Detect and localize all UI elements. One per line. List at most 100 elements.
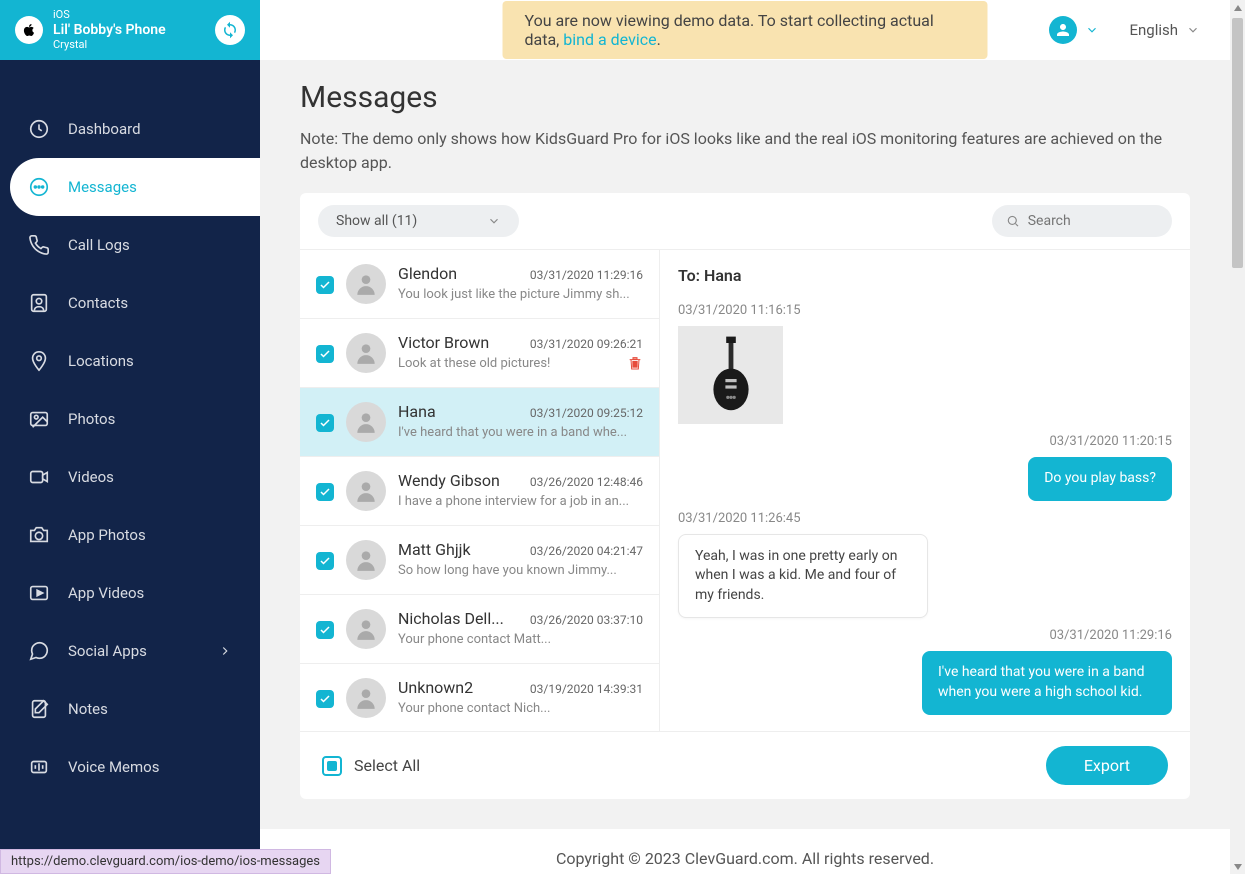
message-bubble: Yeah, I was in one pretty early on when …: [678, 534, 928, 619]
message-image[interactable]: [678, 326, 783, 424]
conversation-time: 03/31/2020 09:25:12: [530, 406, 643, 420]
checkbox-icon[interactable]: [316, 621, 334, 639]
apple-icon: [15, 16, 43, 44]
notes-icon: [28, 698, 50, 720]
main: You are now viewing demo data. To start …: [260, 0, 1230, 874]
sync-button[interactable]: [215, 15, 245, 45]
conversation-item[interactable]: Nicholas Dell...03/26/2020 03:37:10Your …: [300, 595, 659, 664]
footer-copyright: Copyright © 2023 ClevGuard.com. All righ…: [260, 829, 1230, 874]
page-title: Messages: [300, 80, 1190, 115]
filter-dropdown[interactable]: Show all (11): [318, 205, 519, 237]
sidebar-item-notes[interactable]: Notes: [0, 680, 260, 738]
location-icon: [28, 350, 50, 372]
user-menu[interactable]: [1049, 16, 1099, 44]
device-header: iOS Lil' Bobby's Phone Crystal: [0, 0, 260, 60]
dashboard-icon: [28, 118, 50, 140]
scrollbar-thumb[interactable]: [1232, 18, 1243, 268]
export-button[interactable]: Export: [1046, 746, 1168, 785]
device-name: Lil' Bobby's Phone: [53, 22, 205, 39]
contacts-icon: [28, 292, 50, 314]
conversation-time: 03/26/2020 03:37:10: [530, 613, 643, 627]
topbar: You are now viewing demo data. To start …: [260, 0, 1230, 60]
sidebar-item-label: Messages: [68, 178, 137, 196]
avatar-icon: [346, 609, 386, 649]
sidebar-item-contacts[interactable]: Contacts: [0, 274, 260, 332]
sidebar-item-label: Dashboard: [68, 120, 141, 138]
checkbox-icon[interactable]: [316, 552, 334, 570]
checkbox-icon[interactable]: [316, 276, 334, 294]
chevron-down-icon: [1085, 23, 1099, 37]
conversation-name: Unknown2: [398, 678, 473, 697]
conversation-time: 03/26/2020 04:21:47: [530, 544, 643, 558]
conversation-preview: Your phone contact Matt...: [398, 632, 643, 647]
message-time: 03/31/2020 11:16:15: [678, 303, 1172, 318]
conversation-name: Matt Ghjjk: [398, 540, 471, 559]
scrollbar[interactable]: [1230, 0, 1245, 874]
message-block: 03/31/2020 11:29:16I've heard that you w…: [678, 628, 1172, 714]
camera-icon: [28, 524, 50, 546]
conversation-item[interactable]: Matt Ghjjk03/26/2020 04:21:47So how long…: [300, 526, 659, 595]
conversation-item[interactable]: Hana03/31/2020 09:25:12I've heard that y…: [300, 388, 659, 457]
sidebar-item-messages[interactable]: Messages: [10, 158, 260, 216]
checkbox-icon[interactable]: [316, 414, 334, 432]
conversation-item[interactable]: Glendon03/31/2020 11:29:16You look just …: [300, 250, 659, 319]
checkbox-icon[interactable]: [316, 690, 334, 708]
checkbox-icon[interactable]: [316, 483, 334, 501]
trash-icon[interactable]: [627, 355, 643, 375]
bind-device-link[interactable]: bind a device: [563, 30, 656, 49]
page-note: Note: The demo only shows how KidsGuard …: [300, 127, 1190, 175]
sidebar-item-label: Photos: [68, 410, 115, 428]
checkbox-icon[interactable]: [316, 345, 334, 363]
sidebar-item-call-logs[interactable]: Call Logs: [0, 216, 260, 274]
sidebar-item-locations[interactable]: Locations: [0, 332, 260, 390]
message-bubble: Do you play bass?: [1028, 457, 1172, 501]
sidebar-item-label: Locations: [68, 352, 134, 370]
sidebar-item-label: App Photos: [68, 526, 146, 544]
select-all-toggle[interactable]: Select All: [322, 756, 420, 776]
chevron-down-icon: [487, 214, 501, 228]
conversation-list[interactable]: Glendon03/31/2020 11:29:16You look just …: [300, 250, 660, 731]
sidebar-item-voice-memos[interactable]: Voice Memos: [0, 738, 260, 796]
sidebar-item-label: Social Apps: [68, 642, 147, 660]
conversation-item[interactable]: Unknown203/19/2020 14:39:31Your phone co…: [300, 664, 659, 731]
conversation-time: 03/31/2020 09:26:21: [530, 337, 643, 351]
scroll-down-icon[interactable]: [1230, 859, 1245, 874]
device-os: iOS: [53, 8, 205, 21]
chat-to-label: To: Hana: [678, 266, 1172, 285]
search-input[interactable]: [1028, 213, 1158, 229]
scroll-up-icon[interactable]: [1230, 0, 1245, 15]
voice-icon: [28, 756, 50, 778]
call-icon: [28, 234, 50, 256]
status-bar-url: https://demo.clevguard.com/ios-demo/ios-…: [0, 849, 331, 874]
select-all-label: Select All: [354, 756, 420, 775]
sidebar-item-app-photos[interactable]: App Photos: [0, 506, 260, 564]
search-icon: [1006, 213, 1020, 229]
language-selector[interactable]: English: [1129, 21, 1200, 39]
conversation-item[interactable]: Wendy Gibson03/26/2020 12:48:46I have a …: [300, 457, 659, 526]
conversation-name: Glendon: [398, 264, 457, 283]
sidebar-item-dashboard[interactable]: Dashboard: [0, 100, 260, 158]
chat-view: To: Hana 03/31/2020 11:16:15 03/31/2020 11…: [660, 250, 1190, 731]
message-block: 03/31/2020 11:26:45 Yeah, I was in one pr…: [678, 511, 1172, 619]
sidebar-item-label: Notes: [68, 700, 108, 718]
chat-icon: [28, 640, 50, 662]
conversation-time: 03/26/2020 12:48:46: [530, 475, 643, 489]
message-block: 03/31/2020 11:16:15: [678, 303, 1172, 424]
sidebar-item-label: Contacts: [68, 294, 128, 312]
demo-banner: You are now viewing demo data. To start …: [503, 1, 988, 59]
device-user: Crystal: [53, 38, 205, 51]
sidebar-item-photos[interactable]: Photos: [0, 390, 260, 448]
message-time: 03/31/2020 11:26:45: [678, 511, 1172, 526]
sidebar-item-label: Voice Memos: [68, 758, 159, 776]
filter-label: Show all (11): [336, 213, 417, 229]
message-block: 03/31/2020 11:20:15Do you play bass?: [678, 434, 1172, 501]
conversation-item[interactable]: Victor Brown03/31/2020 09:26:21Look at t…: [300, 319, 659, 388]
conversation-time: 03/19/2020 14:39:31: [530, 682, 643, 696]
sidebar-item-app-videos[interactable]: App Videos: [0, 564, 260, 622]
search-box[interactable]: [992, 205, 1172, 237]
sidebar-item-videos[interactable]: Videos: [0, 448, 260, 506]
sidebar-item-social-apps[interactable]: Social Apps: [0, 622, 260, 680]
avatar-icon: [346, 471, 386, 511]
conversation-name: Wendy Gibson: [398, 471, 500, 490]
conversation-preview: Look at these old pictures!: [398, 356, 643, 371]
